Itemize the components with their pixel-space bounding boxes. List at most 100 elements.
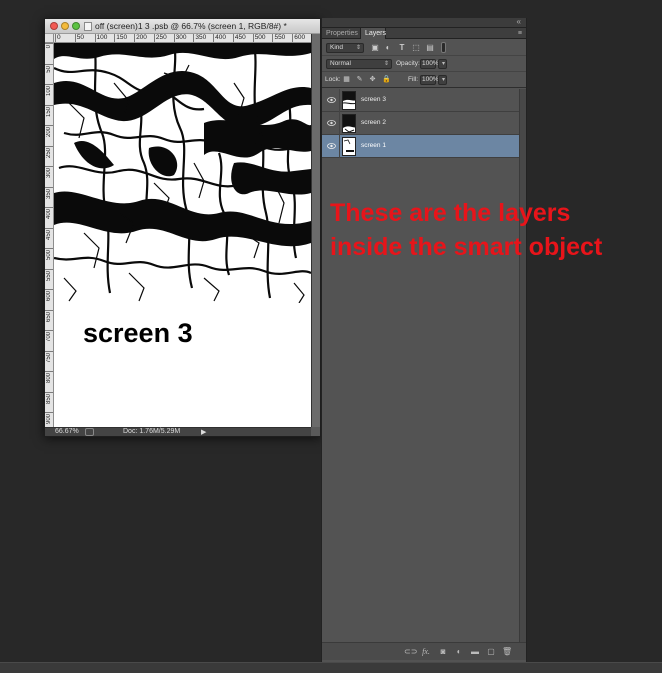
- layers-scrollbar[interactable]: [519, 89, 526, 642]
- ruler-origin[interactable]: [45, 34, 54, 43]
- tab-layers[interactable]: Layers: [360, 28, 386, 39]
- layers-list: screen 3 screen 2 screen 1: [322, 89, 519, 642]
- opacity-input[interactable]: 100%: [420, 59, 439, 69]
- divider: [339, 112, 340, 135]
- opacity-label: Opacity:: [396, 60, 420, 67]
- delete-layer-trash-icon[interactable]: 🗑: [502, 647, 512, 657]
- layer-name[interactable]: screen 1: [361, 142, 386, 149]
- divider: [339, 89, 340, 112]
- document-vertical-scrollbar[interactable]: [311, 34, 320, 427]
- visibility-eye-icon[interactable]: [327, 143, 336, 149]
- lock-transparent-pixels-icon[interactable]: ▦: [343, 76, 350, 83]
- filter-kind-select[interactable]: Kind ⇕: [326, 43, 364, 53]
- ruler-label: 400: [46, 209, 52, 220]
- ruler-label: 250: [46, 147, 52, 158]
- ruler-label: 50: [46, 65, 52, 73]
- ruler-label: 200: [46, 127, 52, 138]
- ruler-label: 800: [46, 373, 52, 384]
- layer-row-screen-1[interactable]: screen 1: [322, 135, 519, 158]
- status-info-icon[interactable]: [85, 428, 94, 436]
- layer-style-fx-icon[interactable]: fx.: [421, 647, 431, 657]
- filter-shape-icon[interactable]: ⬚: [411, 43, 421, 53]
- window-resize-grip[interactable]: [311, 427, 320, 436]
- add-mask-icon[interactable]: ◙: [438, 647, 448, 657]
- layer-name[interactable]: screen 2: [361, 119, 386, 126]
- status-menu-arrow-icon[interactable]: ▶: [201, 428, 206, 436]
- ruler-tick: [45, 268, 53, 270]
- layer-row-screen-2[interactable]: screen 2: [322, 112, 519, 135]
- minimize-window-button[interactable]: [61, 22, 69, 30]
- ruler-tick: [94, 34, 96, 42]
- ruler-tick: [45, 63, 53, 65]
- vertical-ruler[interactable]: 0 50 100 150 200 250 300 350 400 450 500 550 600 650 7…: [45, 43, 54, 427]
- ruler-tick: [134, 34, 136, 42]
- ruler-label: 150: [46, 106, 52, 117]
- lock-image-pixels-icon[interactable]: ✎: [356, 76, 363, 83]
- panel-tab-bar: Properties Layers ≡: [322, 28, 526, 39]
- adjustment-layer-icon[interactable]: ◐: [454, 647, 464, 657]
- fill-slider-arrow-icon[interactable]: ▾: [438, 75, 447, 85]
- ruler-tick: [45, 166, 53, 167]
- lock-position-icon[interactable]: ✥: [369, 76, 376, 83]
- ruler-tick: [45, 43, 53, 44]
- ruler-label: 600: [294, 34, 306, 41]
- ruler-tick: [55, 34, 56, 42]
- layer-name[interactable]: screen 3: [361, 96, 386, 103]
- opacity-slider-arrow-icon[interactable]: ▾: [438, 59, 447, 69]
- visibility-eye-icon[interactable]: [327, 97, 336, 103]
- ruler-label: 250: [155, 34, 167, 41]
- filter-toggle-switch[interactable]: [441, 42, 446, 53]
- lock-all-icon[interactable]: 🔒: [382, 76, 391, 83]
- layer-thumbnail[interactable]: [342, 114, 356, 133]
- blend-opacity-row: Normal ⇕ Opacity: 100% ▾: [322, 56, 526, 72]
- application-bottom-bar: [0, 662, 662, 673]
- filter-type-icon[interactable]: T: [397, 43, 407, 53]
- zoom-level[interactable]: 66.67%: [55, 428, 79, 435]
- document-canvas[interactable]: screen 3: [54, 43, 311, 427]
- filter-pixel-icon[interactable]: ▣: [370, 43, 380, 53]
- fill-input[interactable]: 100%: [420, 75, 439, 85]
- ruler-tick: [45, 330, 53, 331]
- ruler-tick: [45, 371, 53, 372]
- horizontal-ruler[interactable]: 0 50 100 150 200 250 300 350 400 450 500 550 600: [54, 34, 311, 43]
- filter-adjustment-icon[interactable]: ◐: [383, 43, 393, 53]
- canvas-text-screen-3: screen 3: [83, 318, 193, 348]
- link-layers-icon[interactable]: ⊂⊃: [404, 647, 417, 657]
- lock-fill-row: Lock: ▦ ✎ ✥ 🔒 Fill: 100% ▾: [322, 72, 526, 88]
- filter-smart-object-icon[interactable]: ▤: [425, 43, 435, 53]
- ruler-tick: [45, 84, 53, 85]
- lock-label: Lock:: [325, 76, 341, 83]
- close-window-button[interactable]: [50, 22, 58, 30]
- panel-header-bar[interactable]: «: [322, 17, 526, 28]
- ruler-tick: [45, 145, 53, 147]
- ruler-label: 350: [46, 188, 52, 199]
- blend-mode-select[interactable]: Normal ⇕: [326, 59, 392, 69]
- document-window: off (screen)1 3 .psb @ 66.7% (screen 1, …: [44, 18, 321, 437]
- ruler-tick: [45, 125, 53, 126]
- ruler-tick: [45, 309, 53, 311]
- ruler-label: 400: [215, 34, 226, 41]
- tab-properties[interactable]: Properties: [322, 28, 360, 39]
- panel-menu-icon[interactable]: ≡: [518, 28, 522, 39]
- ruler-label: 0: [46, 45, 52, 49]
- layer-thumbnail[interactable]: [342, 91, 356, 110]
- filter-kind-value: Kind: [330, 44, 344, 51]
- ruler-label: 900: [46, 414, 52, 425]
- ruler-tick: [45, 104, 53, 106]
- layer-row-screen-3[interactable]: screen 3: [322, 89, 519, 112]
- visibility-eye-icon[interactable]: [327, 120, 336, 126]
- new-layer-icon[interactable]: ▢: [486, 647, 496, 657]
- maximize-window-button[interactable]: [72, 22, 80, 30]
- ruler-tick: [232, 34, 234, 42]
- ruler-tick: [45, 412, 53, 413]
- ruler-tick: [114, 34, 116, 42]
- document-title-bar[interactable]: off (screen)1 3 .psb @ 66.7% (screen 1, …: [45, 19, 320, 34]
- ruler-label: 300: [46, 168, 52, 179]
- layer-thumbnail[interactable]: [342, 137, 356, 156]
- collapse-panel-icon[interactable]: «: [517, 17, 521, 26]
- ruler-label: 500: [254, 34, 266, 41]
- ruler-label: 600: [46, 291, 52, 302]
- ruler-tick: [45, 186, 53, 188]
- ruler-tick: [213, 34, 215, 42]
- new-group-folder-icon[interactable]: ▬: [470, 647, 480, 657]
